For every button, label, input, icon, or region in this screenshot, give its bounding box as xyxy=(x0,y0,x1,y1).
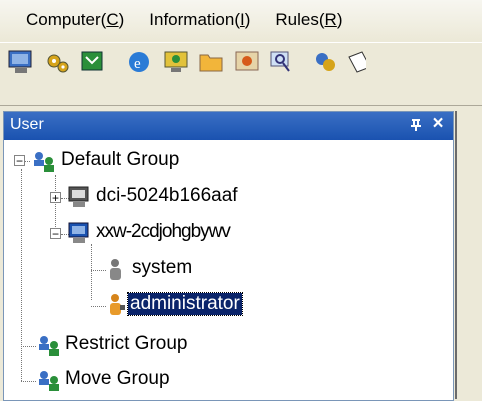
menu-information[interactable]: Information(I) xyxy=(149,10,250,30)
expand-icon[interactable]: + xyxy=(50,192,61,204)
tools-icon[interactable] xyxy=(312,49,338,75)
tree-line xyxy=(21,381,36,382)
panel-title: User xyxy=(10,116,44,133)
tree-line xyxy=(21,169,22,381)
svg-text:e: e xyxy=(134,56,141,72)
tree-node-computer-2[interactable]: xxw-2cdjohgbywv xyxy=(96,221,231,243)
group-icon xyxy=(39,336,59,356)
tree-line xyxy=(91,270,106,271)
tree-node-move-group[interactable]: Move Group xyxy=(65,368,170,390)
panel-header: User × xyxy=(4,112,453,140)
monitor-icon[interactable] xyxy=(163,49,189,75)
collapse-icon[interactable]: − xyxy=(50,228,61,240)
tree-node-computer-1[interactable]: dci-5024b166aaf xyxy=(96,185,238,207)
collapse-icon[interactable]: − xyxy=(14,155,25,167)
tree-node-system[interactable]: system xyxy=(132,257,192,279)
browser-icon[interactable]: e xyxy=(126,49,152,75)
folder-icon[interactable] xyxy=(198,49,224,75)
tree-line xyxy=(21,346,36,347)
group-icon xyxy=(34,152,54,172)
tree-node-restrict-group[interactable]: Restrict Group xyxy=(65,333,187,355)
computer-node-icon xyxy=(68,186,89,207)
menu-rules[interactable]: Rules(R) xyxy=(275,10,342,30)
right-panel-edge xyxy=(455,111,482,399)
computer-icon[interactable] xyxy=(8,49,34,75)
tree-node-default-group[interactable]: Default Group xyxy=(61,149,179,171)
search-icon[interactable] xyxy=(268,49,294,75)
tree-line xyxy=(91,244,92,300)
tree-line xyxy=(55,175,56,235)
notes-icon[interactable] xyxy=(346,49,366,75)
tree-line xyxy=(91,306,106,307)
screen-icon[interactable] xyxy=(234,49,260,75)
network-icon[interactable] xyxy=(80,49,106,75)
tree-node-administrator[interactable]: administrator xyxy=(127,292,243,316)
menu-computer[interactable]: Computer(C) xyxy=(26,10,124,30)
admin-user-icon xyxy=(110,294,125,315)
group-icon xyxy=(39,371,59,391)
pin-icon[interactable] xyxy=(405,114,427,137)
user-icon xyxy=(110,259,121,280)
settings-icon[interactable] xyxy=(45,49,71,75)
close-icon[interactable]: × xyxy=(427,113,449,135)
menu-bar: Computer(C) Information(I) Rules(R) xyxy=(0,0,482,40)
computer-node-icon xyxy=(68,222,89,243)
user-panel: User × − Default Group + dci-5024b166aaf… xyxy=(3,111,454,401)
